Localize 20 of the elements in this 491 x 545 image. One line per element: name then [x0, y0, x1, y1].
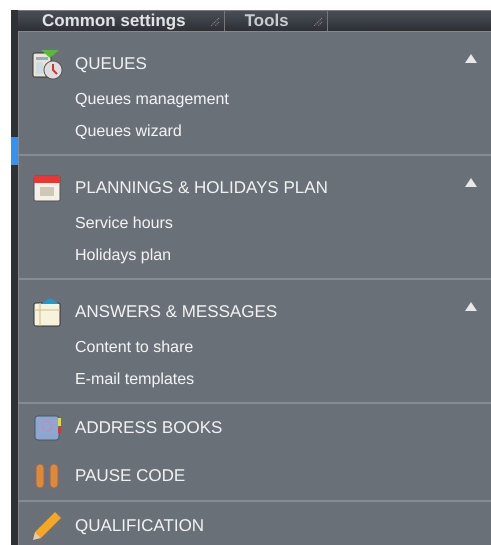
resize-grip-icon — [312, 17, 323, 27]
menu-item[interactable]: QUALIFICATION — [75, 516, 477, 536]
collapse-icon[interactable] — [465, 54, 477, 62]
section-heading[interactable]: ANSWERS & MESSAGES — [75, 302, 453, 322]
resize-grip-icon — [210, 17, 220, 27]
menu-item[interactable]: Holidays plan — [75, 240, 491, 272]
queue-clock-icon — [31, 48, 63, 80]
menu-item[interactable]: PAUSE CODE — [75, 466, 477, 486]
section-heading[interactable]: QUEUES — [75, 54, 453, 74]
menu-item[interactable]: ADDRESS BOOKS — [75, 418, 477, 438]
menu-item[interactable]: Content to share — [75, 332, 491, 364]
menu-item[interactable]: E-mail templates — [75, 364, 491, 396]
section-heading[interactable]: PLANNINGS & HOLIDAYS PLAN — [75, 178, 453, 198]
menu-item[interactable]: Queues wizard — [75, 116, 491, 148]
collapse-icon[interactable] — [465, 178, 477, 186]
pencil-icon — [31, 510, 63, 542]
menu-item[interactable]: Queues management — [75, 84, 491, 116]
collapse-icon[interactable] — [465, 302, 477, 310]
notepad-icon — [31, 296, 63, 328]
menu-item[interactable]: Service hours — [75, 208, 491, 240]
